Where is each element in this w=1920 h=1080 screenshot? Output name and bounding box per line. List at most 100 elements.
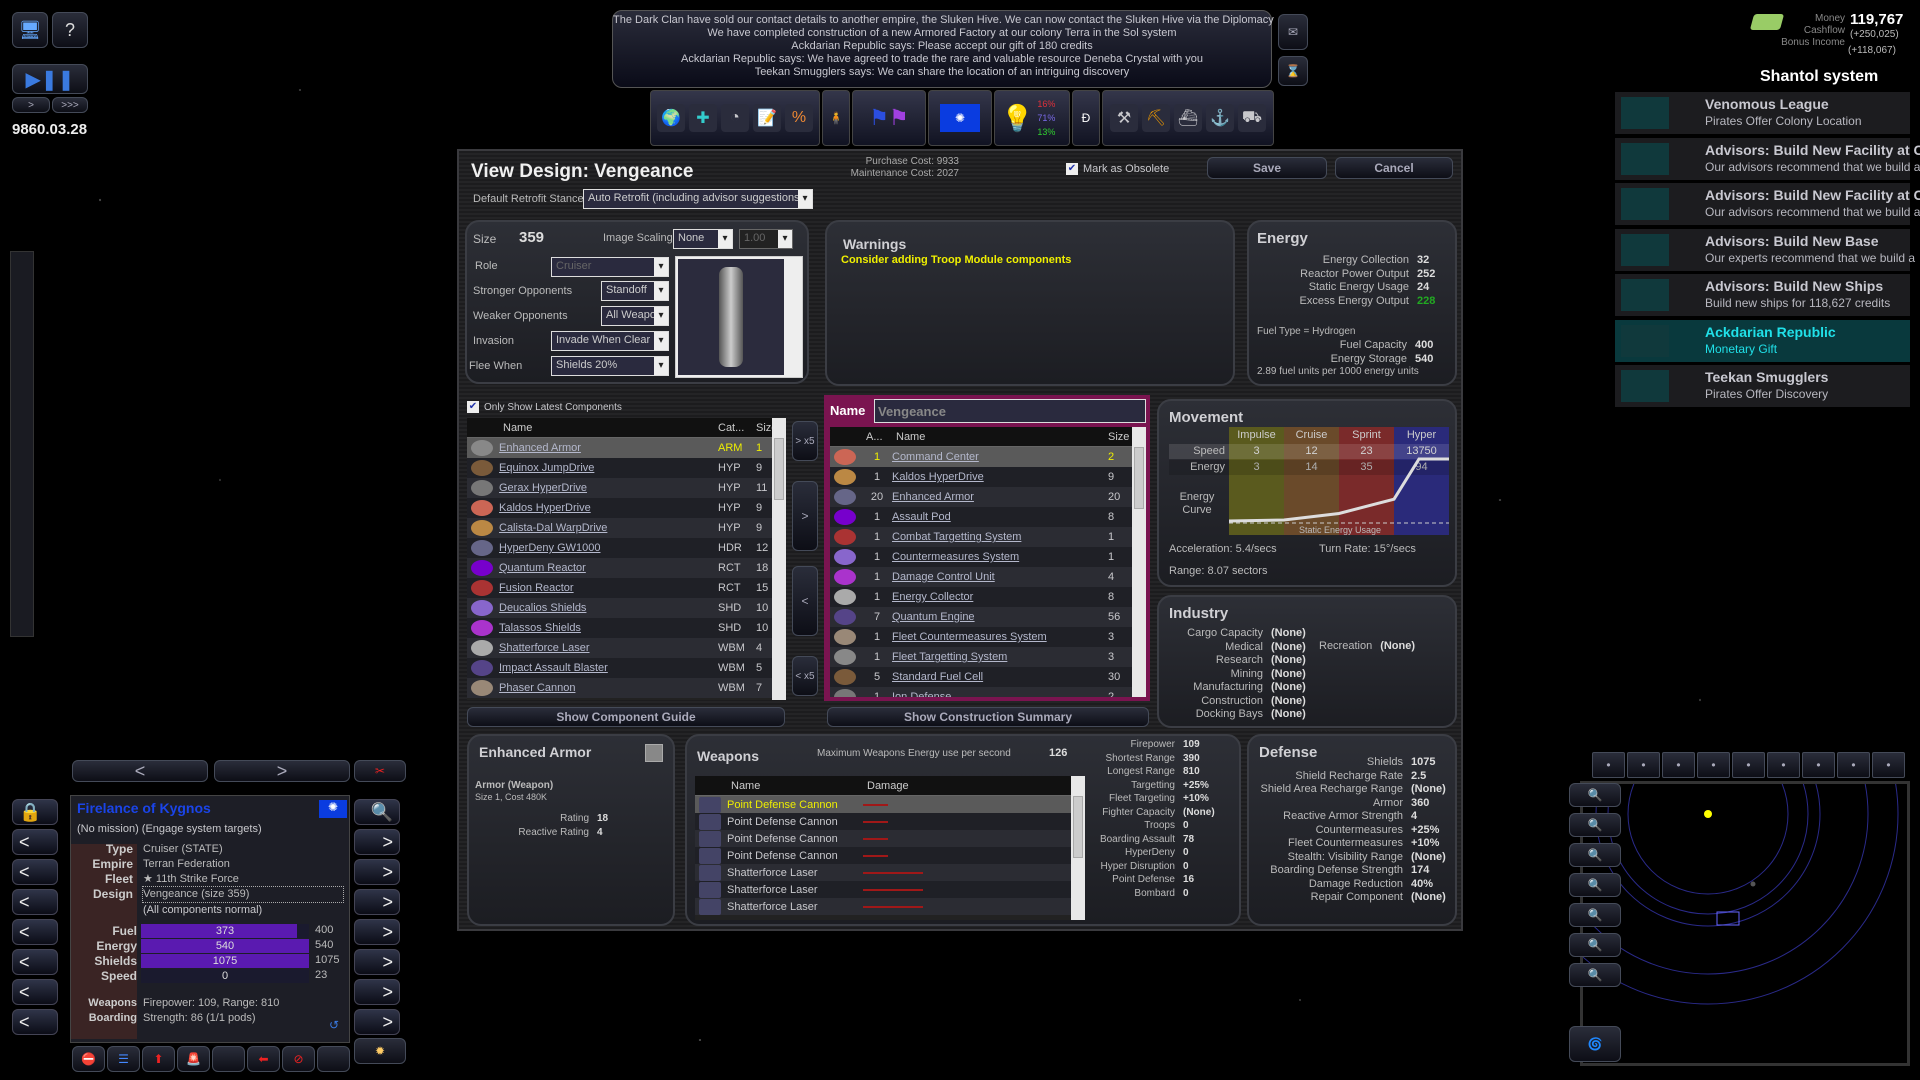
message-line[interactable]: We have completed construction of a new … bbox=[613, 27, 1271, 40]
component-row[interactable]: Calista-Dal WarpDrive HYP 9 bbox=[467, 518, 786, 538]
show-component-guide-button[interactable]: Show Component Guide bbox=[467, 707, 785, 727]
image-scale-stepper[interactable]: 1.00 bbox=[739, 229, 793, 249]
filter-star-button[interactable]: • bbox=[1802, 752, 1835, 778]
fleet-icon[interactable]: ⚓ bbox=[1206, 104, 1234, 132]
prev-planet-button[interactable]: < bbox=[12, 829, 58, 855]
alert-item[interactable]: Advisors: Build New Facility at Colony Ou… bbox=[1615, 183, 1920, 225]
component-name[interactable]: Equinox JumpDrive bbox=[499, 462, 718, 474]
design-component-row[interactable]: 1 Damage Control Unit 4 bbox=[830, 567, 1146, 587]
orders-button[interactable]: ☰ bbox=[107, 1046, 140, 1072]
component-name[interactable]: HyperDeny GW1000 bbox=[499, 542, 718, 554]
remove-5-button[interactable]: < x5 bbox=[792, 656, 818, 696]
ship-field-value[interactable]: Vengeance (size 359) bbox=[142, 886, 344, 903]
find-lock-button[interactable]: 🔍 bbox=[354, 799, 400, 825]
invasion-dropdown[interactable]: Invade When Clear bbox=[551, 331, 669, 351]
left-vertical-toolbar[interactable] bbox=[10, 251, 34, 637]
component-row[interactable]: Kaldos HyperDrive HYP 9 bbox=[467, 498, 786, 518]
help-button[interactable]: ? bbox=[52, 12, 88, 48]
component-name[interactable]: Deucalios Shields bbox=[499, 602, 718, 614]
prev-ship-button[interactable]: < bbox=[12, 889, 58, 915]
design-component-row[interactable]: 1 Kaldos HyperDrive 9 bbox=[830, 467, 1146, 487]
zoom-system-button[interactable]: 🔍 bbox=[1569, 903, 1621, 927]
character-button[interactable]: 🧍 bbox=[822, 90, 850, 146]
header-name[interactable]: Name bbox=[503, 422, 718, 434]
design-component-row[interactable]: 20 Enhanced Armor 20 bbox=[830, 487, 1146, 507]
only-latest-toggle[interactable]: ✔ Only Show Latest Components bbox=[467, 401, 622, 413]
component-name[interactable]: Fleet Targetting System bbox=[892, 651, 1108, 663]
tax-icon[interactable]: % bbox=[785, 104, 813, 132]
empty-slot-button[interactable] bbox=[212, 1046, 245, 1072]
message-line[interactable]: Ackdarian Republic says: We have agreed … bbox=[613, 53, 1271, 66]
show-construction-summary-button[interactable]: Show Construction Summary bbox=[827, 707, 1149, 727]
message-line[interactable]: Teekan Smugglers says: We can share the … bbox=[613, 66, 1271, 79]
next-ship-button[interactable]: > bbox=[354, 949, 400, 975]
component-row[interactable]: HyperDeny GW1000 HDR 12 bbox=[467, 538, 786, 558]
zoom-fit-button[interactable]: 🔍 bbox=[1569, 783, 1621, 807]
message-line[interactable]: The Dark Clan have sold our contact deta… bbox=[613, 14, 1274, 27]
empire-flag-button[interactable]: ✺ bbox=[928, 90, 992, 146]
save-button[interactable]: Save bbox=[1207, 157, 1327, 179]
play-pause-button[interactable]: ▶❚❚ bbox=[12, 64, 88, 94]
weapon-row[interactable]: Point Defense Cannon bbox=[695, 847, 1085, 864]
mark-obsolete[interactable]: ✔ Mark as Obsolete bbox=[1066, 163, 1169, 175]
alarm-button[interactable]: 🚨 bbox=[177, 1046, 210, 1072]
alert-item[interactable]: Advisors: Build New Base Our experts reco… bbox=[1615, 228, 1915, 271]
zoom-out-button[interactable]: 🔍 bbox=[1569, 843, 1621, 867]
scrap-button[interactable]: ✂ bbox=[354, 760, 406, 782]
refresh-icon[interactable]: ↺ bbox=[329, 1018, 339, 1032]
empty-slot-button[interactable] bbox=[317, 1046, 350, 1072]
next-fleet-button[interactable]: > bbox=[354, 979, 400, 1005]
alert-item[interactable]: Venomous League Pirates Offer Colony Loca… bbox=[1615, 92, 1910, 134]
component-row[interactable]: Gerax HyperDrive HYP 11 bbox=[467, 478, 786, 498]
weaker-dropdown[interactable]: All Weapo bbox=[601, 306, 669, 326]
messages-button[interactable]: ✉ bbox=[1278, 14, 1308, 50]
message-log[interactable]: The Dark Clan have sold our contact deta… bbox=[612, 10, 1274, 88]
design-component-row[interactable]: 1 Ion Defense 2 bbox=[830, 687, 1146, 697]
prev-fleet-button[interactable]: < bbox=[12, 859, 58, 885]
stronger-dropdown[interactable]: Standoff bbox=[601, 281, 669, 301]
zoom-in-button[interactable]: 🔍 bbox=[1569, 813, 1621, 837]
pause-queue-button[interactable]: ⌛ bbox=[1278, 56, 1308, 86]
component-name[interactable]: Kaldos HyperDrive bbox=[499, 502, 718, 514]
component-row[interactable]: Equinox JumpDrive HYP 9 bbox=[467, 458, 786, 478]
remove-button[interactable]: < bbox=[792, 566, 818, 636]
speed-fast-button[interactable]: >>> bbox=[52, 97, 88, 113]
component-row[interactable]: Talassos Shields SHD 10 bbox=[467, 618, 786, 638]
prev-sleep-button[interactable]: < bbox=[12, 1009, 58, 1035]
component-row[interactable]: Quantum Reactor RCT 18 bbox=[467, 558, 786, 578]
design-component-row[interactable]: 7 Quantum Engine 56 bbox=[830, 607, 1146, 627]
component-name[interactable]: Quantum Engine bbox=[892, 611, 1108, 623]
system-minimap[interactable] bbox=[1580, 781, 1910, 1066]
weapon-row[interactable]: Shatterforce Laser bbox=[695, 864, 1085, 881]
design-component-row[interactable]: 5 Standard Fuel Cell 30 bbox=[830, 667, 1146, 687]
component-row[interactable]: Impact Assault Blaster WBM 5 bbox=[467, 658, 786, 678]
planet-icon[interactable]: 🌍 bbox=[657, 104, 685, 132]
scrollbar[interactable] bbox=[772, 418, 786, 700]
design-component-row[interactable]: 1 Countermeasures System 1 bbox=[830, 547, 1146, 567]
component-name[interactable]: Talassos Shields bbox=[499, 622, 718, 634]
component-name[interactable]: Ion Defense bbox=[892, 691, 1108, 697]
component-name[interactable]: Assault Pod bbox=[892, 511, 1108, 523]
component-name[interactable]: Enhanced Armor bbox=[892, 491, 1108, 503]
prev-ship-button[interactable]: < bbox=[72, 760, 208, 782]
zoom-planet-button[interactable]: 🔍 bbox=[1569, 873, 1621, 897]
design-component-row[interactable]: 1 Assault Pod 8 bbox=[830, 507, 1146, 527]
retrofit-dropdown[interactable]: Auto Retrofit (including advisor suggest… bbox=[583, 189, 813, 209]
next-ship-button[interactable]: > bbox=[354, 919, 400, 945]
component-name[interactable]: Kaldos HyperDrive bbox=[892, 471, 1108, 483]
component-row[interactable]: Deucalios Shields SHD 10 bbox=[467, 598, 786, 618]
zoom-sector-button[interactable]: 🔍 bbox=[1569, 933, 1621, 957]
filter-ships-button[interactable]: • bbox=[1627, 752, 1660, 778]
alert-item[interactable]: Advisors: Build New Ships Build new ships… bbox=[1615, 274, 1910, 316]
component-name[interactable]: Fleet Countermeasures System bbox=[892, 631, 1108, 643]
galaxy-view-button[interactable]: 🌀 bbox=[1569, 1026, 1621, 1062]
stop-button[interactable]: ⛔ bbox=[72, 1046, 105, 1072]
component-name[interactable]: Standard Fuel Cell bbox=[892, 671, 1108, 683]
design-component-row[interactable]: 1 Command Center 2 bbox=[830, 447, 1146, 467]
troops-icon[interactable]: ⛟ bbox=[1238, 104, 1266, 132]
component-row[interactable]: Phaser Cannon WBM 7 bbox=[467, 678, 786, 698]
prev-ship-button[interactable]: < bbox=[12, 949, 58, 975]
selected-ship-marker[interactable] bbox=[1716, 911, 1740, 926]
return-button[interactable]: ⬅ bbox=[247, 1046, 280, 1072]
component-name[interactable]: Damage Control Unit bbox=[892, 571, 1108, 583]
